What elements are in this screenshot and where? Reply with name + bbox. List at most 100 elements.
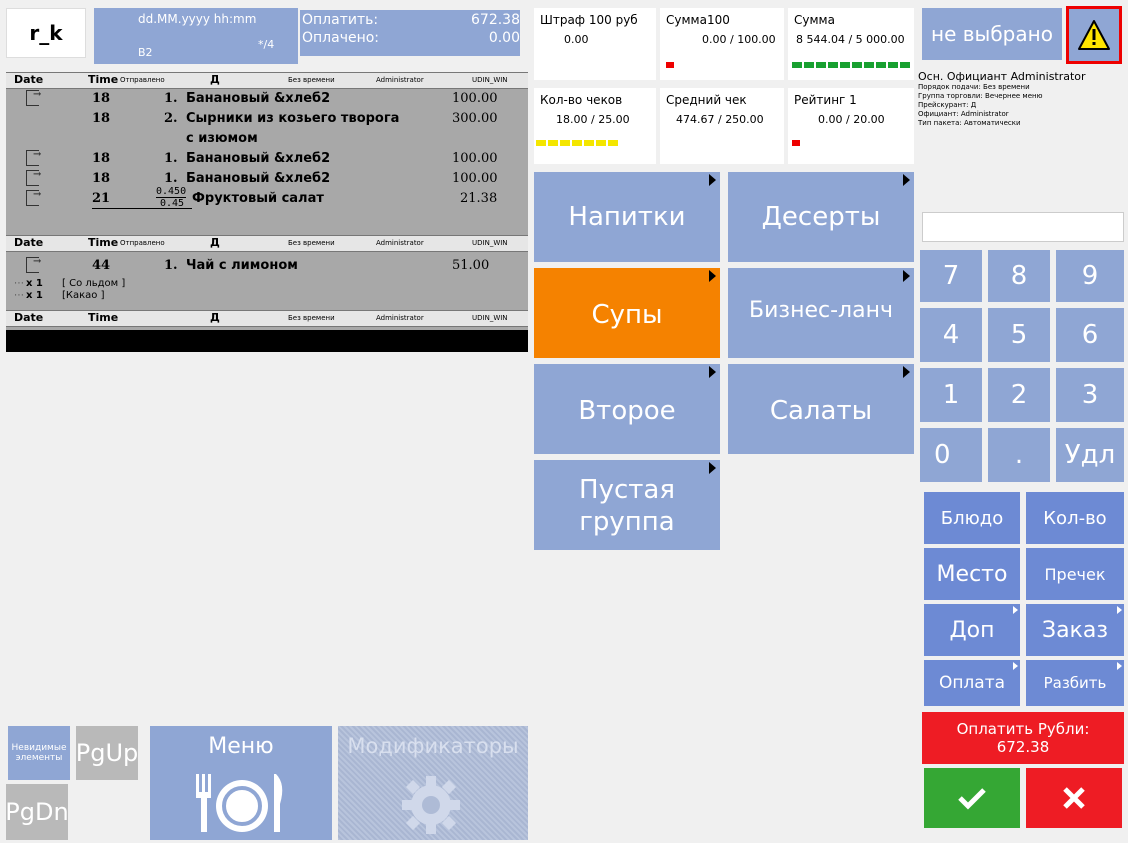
pgdn-button[interactable]: PgDn [5, 784, 69, 840]
pgup-button[interactable]: PgUp [76, 726, 138, 780]
precheck-button[interactable]: Пречек [1026, 548, 1124, 600]
key-6[interactable]: 6 [1056, 308, 1124, 362]
order-header-row: Date Time Отправлено Д Без времени Admin… [6, 235, 528, 252]
line-name: Чай с лимоном [186, 258, 298, 273]
line-time: 18 [92, 171, 111, 186]
line-name: Фруктовый салат [192, 191, 324, 206]
category-deserty[interactable]: Десерты [728, 172, 914, 262]
info-pack-type: Тип пакета: Автоматически [918, 119, 1021, 127]
col-time: Time [88, 311, 119, 324]
submenu-arrow-icon [903, 270, 910, 282]
stat-bar [792, 62, 910, 68]
cancel-button[interactable] [1026, 768, 1122, 828]
invisible-elements-button[interactable]: Невидимые элементы [8, 726, 70, 780]
col-admin: Administrator [376, 239, 424, 247]
order-line[interactable]: 18 1. Банановый &хлеб2 100.00 [6, 149, 528, 169]
order-line[interactable]: 21 0.450 0.45 Фруктовый салат 21.38 [6, 186, 528, 209]
split-label: Разбить [1043, 674, 1107, 692]
paid-value: 0.00 [488, 30, 520, 46]
selection-bar[interactable] [6, 330, 528, 352]
col-d: Д [210, 73, 220, 86]
order-button[interactable]: Заказ [1026, 604, 1124, 656]
numeric-input[interactable] [922, 212, 1124, 242]
col-notime: Без времени [288, 314, 335, 322]
info-serve-order: Порядок подачи: Без времени [918, 83, 1030, 91]
info-main-waiter: Осн. Официант Administrator [918, 70, 1086, 83]
stat-title: Средний чек [666, 93, 747, 107]
line-qty-top: 0.450 [156, 186, 187, 198]
category-supy[interactable]: Супы [534, 268, 720, 358]
col-admin: Administrator [376, 314, 424, 322]
line-price: 21.38 [460, 191, 498, 206]
key-3[interactable]: 3 [1056, 368, 1124, 422]
plate-cutlery-icon [196, 774, 283, 832]
sent-icon [26, 149, 41, 166]
order-line[interactable]: 44 1. Чай с лимоном 51.00 [6, 256, 528, 276]
modifier-name: [Какао ] [62, 290, 105, 301]
stat-value: 0.00 [564, 33, 589, 46]
quantity-button[interactable]: Кол-во [1026, 492, 1124, 544]
order-list[interactable]: Date Time Отправлено Д Без времени Admin… [6, 72, 528, 352]
line-price: 100.00 [452, 171, 498, 186]
submenu-arrow-icon [709, 174, 716, 186]
stat-card: Штраф 100 руб 0.00 [534, 8, 656, 80]
line-time: 18 [92, 151, 111, 166]
submenu-arrow-icon [1117, 662, 1122, 670]
menu-button[interactable]: Меню [150, 726, 332, 840]
stat-bar [666, 62, 674, 68]
col-sent: Отправлено [120, 76, 165, 84]
modifier-line[interactable]: ⋯ x 1 [Какао ] [6, 290, 306, 302]
line-time: 44 [92, 258, 111, 273]
key-5[interactable]: 5 [988, 308, 1050, 362]
place-button[interactable]: Место [924, 548, 1020, 600]
table-number: B2 [138, 46, 153, 59]
order-header[interactable]: dd.MM.yyyy hh:mm B2 */4 [94, 8, 298, 64]
order-line[interactable]: 18 1. Банановый &хлеб2 100.00 [6, 169, 528, 189]
category-business-lunch[interactable]: Бизнес-ланч [728, 268, 914, 358]
key-delete[interactable]: Удл [1056, 428, 1124, 482]
category-napitki[interactable]: Напитки [534, 172, 720, 262]
category-salaty[interactable]: Салаты [728, 364, 914, 454]
col-time: Time [88, 73, 119, 86]
col-d: Д [210, 311, 220, 324]
key-1[interactable]: 1 [920, 368, 982, 422]
split-button[interactable]: Разбить [1026, 660, 1124, 706]
category-empty-group[interactable]: Пустая группа [534, 460, 720, 550]
modifier-line[interactable]: ⋯ x 1 [ Со льдом ] [6, 278, 306, 290]
key-4[interactable]: 4 [920, 308, 982, 362]
submenu-arrow-icon [903, 174, 910, 186]
payment-button[interactable]: Оплата [924, 660, 1020, 706]
dish-button[interactable]: Блюдо [924, 492, 1020, 544]
order-empty-area[interactable] [6, 352, 528, 722]
modifiers-button[interactable]: Модификаторы [338, 726, 528, 840]
line-time: 18 [92, 91, 111, 106]
stat-value: 8 544.04 / 5 000.00 [796, 33, 905, 46]
key-8[interactable]: 8 [988, 250, 1050, 302]
extra-button[interactable]: Доп [924, 604, 1020, 656]
stat-bar [792, 140, 800, 146]
pay-rubles-button[interactable]: Оплатить Рубли: 672.38 [922, 712, 1124, 764]
pay-label: Оплатить: [302, 12, 379, 28]
warning-button[interactable] [1066, 6, 1122, 64]
payment-label: Оплата [938, 673, 1006, 693]
key-2[interactable]: 2 [988, 368, 1050, 422]
extra-label: Доп [949, 617, 995, 643]
waiter-select-button[interactable]: не выбрано [922, 8, 1062, 60]
order-line[interactable]: 18 2. Сырники из козьего творога 300.00 [6, 109, 528, 129]
key-0[interactable]: 0 [920, 428, 982, 482]
pay-rubles-label: Оплатить Рубли: [956, 720, 1090, 738]
key-9[interactable]: 9 [1056, 250, 1124, 302]
line-price: 100.00 [452, 91, 498, 106]
line-num: 1. [164, 151, 178, 166]
submenu-arrow-icon [1013, 662, 1018, 670]
key-7[interactable]: 7 [920, 250, 982, 302]
order-line[interactable]: 18 1. Банановый &хлеб2 100.00 [6, 89, 528, 109]
confirm-button[interactable] [924, 768, 1020, 828]
category-label: Салаты [769, 396, 873, 426]
line-name: Банановый &хлеб2 [186, 171, 331, 186]
key-dot[interactable]: . [988, 428, 1050, 482]
order-info: Осн. Официант Administrator Порядок пода… [918, 70, 1128, 160]
sent-icon [26, 169, 41, 186]
submenu-arrow-icon [1117, 606, 1122, 614]
category-vtoroe[interactable]: Второе [534, 364, 720, 454]
